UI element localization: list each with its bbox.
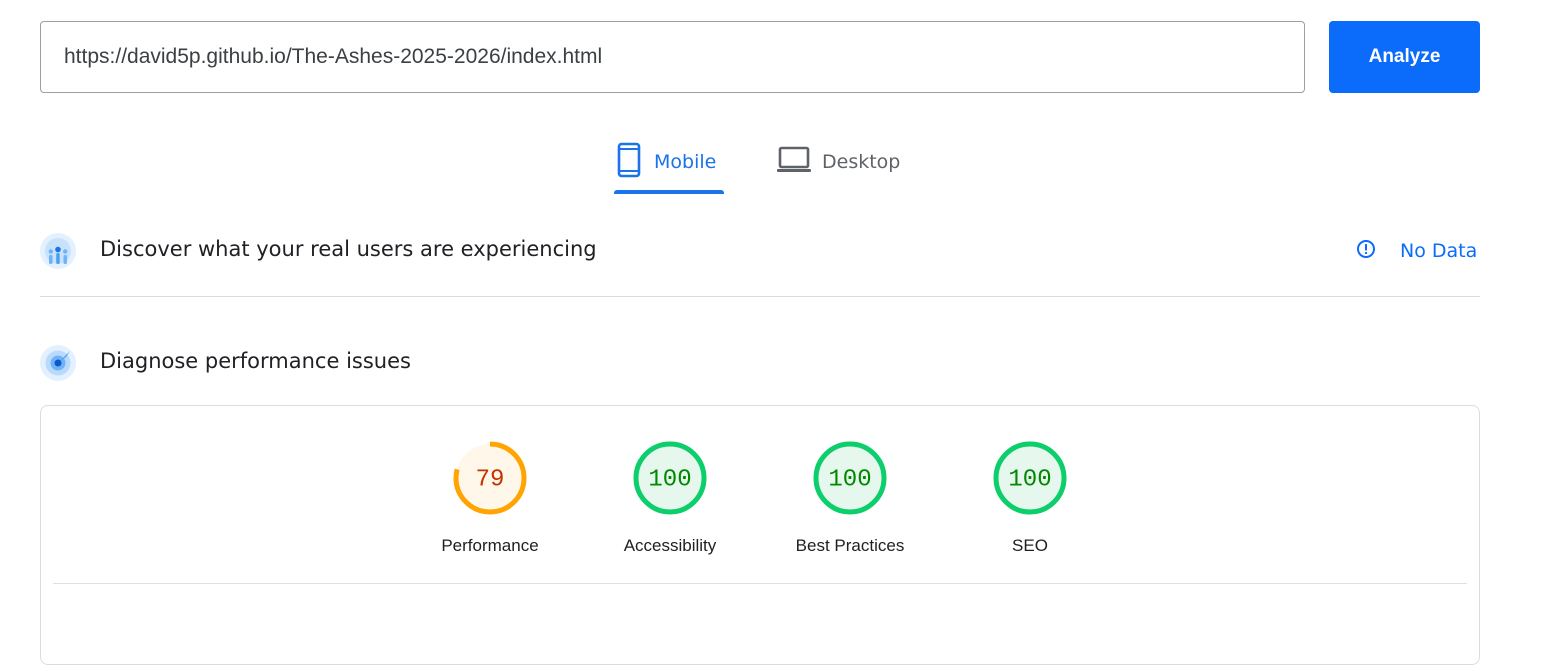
no-data-link[interactable]: No Data [1356,236,1477,266]
gauge-ring: 100 [993,441,1067,515]
analyze-button[interactable]: Analyze [1329,21,1480,93]
score-value: 100 [1008,466,1051,493]
gauge-ring: 79 [453,441,527,515]
laptop-icon [776,145,812,180]
score-label: SEO [1012,536,1048,555]
score-label: Accessibility [623,536,717,555]
tab-desktop-label: Desktop [822,151,901,173]
url-input[interactable] [40,21,1305,93]
score-gauge-performance[interactable]: 79 Performance [420,440,560,556]
gauge-ring: 100 [633,441,707,515]
gauge-ring: 100 [813,441,887,515]
score-label: Best Practices [795,536,905,555]
tab-mobile[interactable]: Mobile [614,130,724,194]
info-icon [1356,239,1376,264]
section-divider [40,296,1480,297]
tab-desktop[interactable]: Desktop [776,130,916,194]
score-label: Performance [441,536,539,555]
score-value: 100 [828,466,871,493]
score-gauge-accessibility[interactable]: 100 Accessibility [600,440,740,556]
lighthouse-radar-icon [40,345,76,381]
score-gauge-seo[interactable]: 100 SEO [960,440,1100,556]
score-gauge-best-practices[interactable]: 100 Best Practices [780,440,920,556]
tab-mobile-label: Mobile [654,151,717,173]
users-chart-icon [40,233,76,269]
real-users-title: Discover what your real users are experi… [100,237,597,261]
no-data-label: No Data [1400,240,1478,262]
report-card [40,405,1480,665]
smartphone-icon [614,142,644,183]
report-divider [53,583,1467,584]
score-value: 79 [476,466,505,493]
score-value: 100 [648,466,691,493]
diagnose-title: Diagnose performance issues [100,349,411,373]
